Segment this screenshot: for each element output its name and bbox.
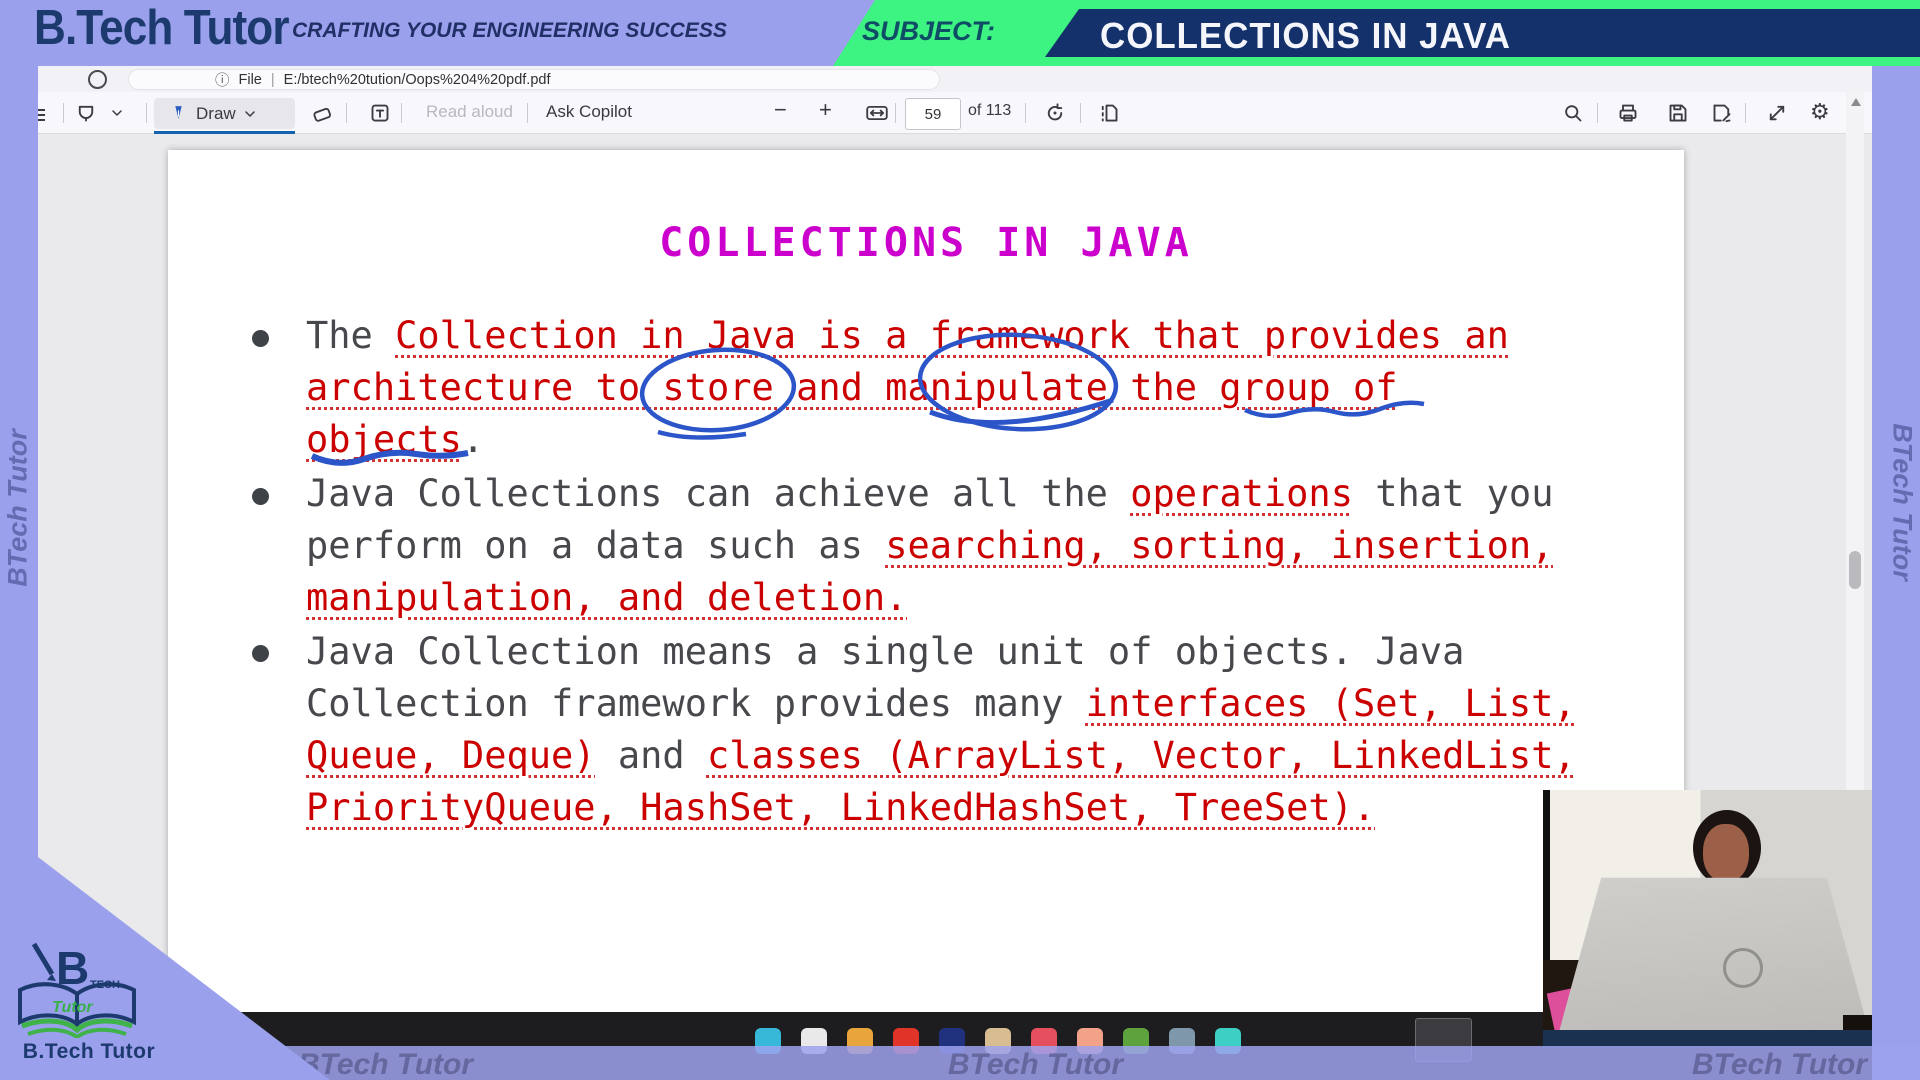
slide-text-segment: searching, sorting, insertion, [885,524,1553,567]
slide-text-line: Collection framework provides many inter… [306,678,1576,730]
corner-logo-text: B.Tech Tutor [4,1040,174,1064]
info-icon: ⓘ [215,69,230,90]
rotate-icon[interactable] [1045,103,1065,123]
subject-label: SUBJECT: [862,16,1032,47]
slide-text-line: Queue, Deque) and classes (ArrayList, Ve… [306,730,1576,782]
slide-text-line: architecture to store and manipulate the… [306,362,1576,414]
subject-title: COLLECTIONS IN JAVA [1100,15,1511,57]
toolbar-divider [1025,103,1026,123]
eraser-icon[interactable] [312,103,332,123]
browser-address-row: ⓘ File | E:/btech%20tution/Oops%204%20pd… [30,66,1872,92]
slide-text-line: PriorityQueue, HashSet, LinkedHashSet, T… [306,782,1576,834]
scrollbar-up-arrow[interactable] [1851,98,1861,106]
save-icon[interactable] [1668,103,1688,123]
address-bar[interactable]: ⓘ File | E:/btech%20tution/Oops%204%20pd… [128,69,940,90]
logo-tutor: Tutor [52,999,93,1016]
address-scheme: File [239,72,262,88]
slide-text-segment: architecture to store and manipulate the… [306,366,1398,409]
slide-text-segment: The [306,314,395,357]
toolbar-divider [346,103,347,123]
bullet-dot [252,488,269,505]
toolbar-divider [146,103,147,123]
watermark-left-vertical: BTech Tutor [3,429,34,587]
toolbar-divider [895,103,896,123]
channel-header: B.Tech Tutor CRAFTING YOUR ENGINEERING S… [0,0,1920,66]
slide-bullet: Java Collection means a single unit of o… [306,626,1576,834]
page-total-label: of 113 [968,102,1011,120]
slide-text-segment: PriorityQueue, HashSet, LinkedHashSet, T… [306,786,1375,829]
slide-text-segment: perform on a data such as [306,524,885,567]
laptop-logo [1723,948,1763,988]
reload-icon[interactable] [88,70,107,89]
fullscreen-icon[interactable] [1767,103,1787,123]
slide-text-segment: Collection framework provides many [306,682,1086,725]
draw-active-underline [154,131,295,134]
webcam-overlay [1543,790,1885,1048]
channel-tagline: CRAFTING YOUR ENGINEERING SUCCESS [292,19,727,43]
draw-button-label: Draw [196,104,236,124]
zoom-in-button[interactable]: + [819,97,832,123]
slide-bullet: The Collection in Java is a framework th… [306,310,1576,466]
slide-text-segment: manipulation, and deletion. [306,576,907,619]
toolbar-divider [63,103,64,123]
slide-text-line: objects. [306,414,1576,466]
slide-text-segment: and [596,734,707,777]
add-text-icon[interactable] [370,103,390,123]
slide-text-line: perform on a data such as searching, sor… [306,520,1576,572]
address-separator: | [271,72,275,88]
toolbar-divider [1080,103,1081,123]
page-view-icon[interactable] [1099,103,1119,123]
slide-text-line: manipulation, and deletion. [306,572,1576,624]
slide-text-line: Java Collections can achieve all the ope… [306,468,1576,520]
toolbar-divider [1597,103,1598,123]
draw-button[interactable]: Draw [154,98,295,129]
ask-copilot-button[interactable]: Ask Copilot [546,102,632,122]
scrollbar-thumb[interactable] [1849,551,1861,589]
slide-text-segment: operations [1130,472,1353,515]
save-as-icon[interactable] [1712,103,1732,123]
address-url: E:/btech%20tution/Oops%204%20pdf.pdf [284,72,551,88]
slide-text-segment: Java Collections can achieve all the [306,472,1130,515]
channel-brand: B.Tech Tutor [34,0,289,56]
screen: ⓘ File | E:/btech%20tution/Oops%204%20pd… [0,0,1920,1080]
toolbar-divider [1745,103,1746,123]
bullet-dot [252,330,269,347]
slide-text-segment: interfaces (Set, List, [1086,682,1576,725]
slide-text-line: Java Collection means a single unit of o… [306,626,1576,678]
slide-text-segment: Java Collection means a single unit of o… [306,630,1464,673]
presenter-face [1703,824,1749,882]
pdf-toolbar: Draw Read aloud Ask Copilot − + of 113 [30,92,1872,134]
settings-gear-icon[interactable]: ⚙ [1810,100,1830,125]
btech-tutor-logo: B TECH Tutor [12,938,142,1038]
slide-bullet: Java Collections can achieve all the ope… [306,468,1576,624]
slide-text-segment: Collection in Java is a framework that p… [395,314,1509,357]
bullet-dot [252,645,269,662]
slide-body-text: The Collection in Java is a framework th… [306,310,1576,834]
read-aloud-button[interactable]: Read aloud [426,102,513,122]
pen-icon [170,105,187,122]
slide-text-segment: Queue, Deque) [306,734,596,777]
watermark-text: BTech Tutor [1692,1048,1867,1080]
slide-text-segment: . [462,418,484,461]
print-icon[interactable] [1618,103,1638,123]
watermark-right-vertical: BTech Tutor [1887,423,1918,581]
chevron-down-icon [245,110,255,118]
slide-title: COLLECTIONS IN JAVA [168,220,1684,266]
chevron-down-icon[interactable] [112,109,122,117]
slide-text-segment: objects [306,418,462,461]
watermark-text: BTech Tutor [298,1048,473,1080]
fit-to-width-icon[interactable] [866,105,888,121]
toolbar-divider [527,103,528,123]
page-number-input[interactable] [905,98,961,130]
zoom-out-button[interactable]: − [774,97,787,123]
watermark-text: BTech Tutor [948,1048,1123,1080]
slide-text-line: The Collection in Java is a framework th… [306,310,1576,362]
slide-text-segment: that you [1353,472,1553,515]
search-icon[interactable] [1563,103,1583,123]
toolbar-divider [401,103,402,123]
pdf-page: COLLECTIONS IN JAVA The Collection in Ja… [168,150,1684,1012]
slide-text-segment: classes (ArrayList, Vector, LinkedList, [707,734,1576,777]
highlighter-icon[interactable] [76,103,96,123]
